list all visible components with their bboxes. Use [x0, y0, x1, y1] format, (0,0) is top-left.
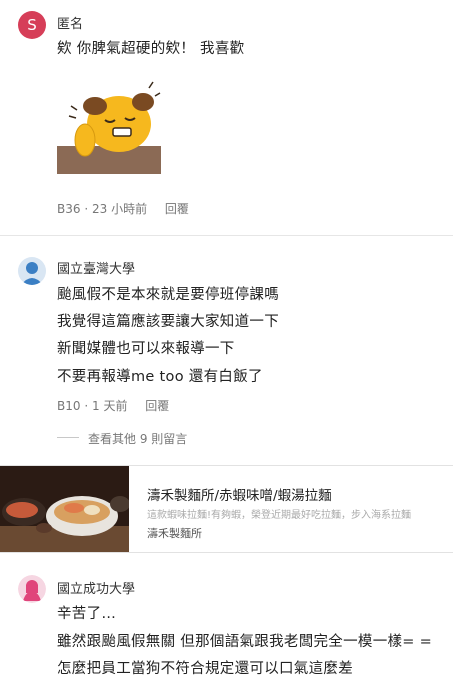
ad-title[interactable]: 濤禾製麵所/赤蝦味噌/蝦湯拉麵	[147, 484, 332, 504]
comment-text: 雖然跟颱風假無關 但那個語氣跟我老闆完全一模一樣= =	[57, 634, 433, 650]
sticker-image	[57, 76, 161, 174]
comment-time: 23 小時前	[92, 202, 148, 216]
comment-time: 1 天前	[92, 399, 128, 413]
avatar[interactable]	[18, 575, 46, 603]
comment-text: 辛苦了…	[57, 606, 117, 622]
divider	[0, 235, 453, 236]
comment-text: 新聞媒體也可以來報導一下	[57, 341, 235, 357]
comment-meta: B10 · 1 天前 回覆	[57, 397, 169, 414]
comment-text: 怎麼把員工當狗不符合規定還可以口氣這麼差	[57, 661, 353, 677]
comment-author[interactable]: 匿名	[57, 13, 83, 32]
reply-button[interactable]: 回覆	[145, 399, 169, 413]
comment-text: 颱風假不是本來就是要停班停課嗎	[57, 287, 279, 303]
avatar[interactable]	[18, 257, 46, 285]
comment-author[interactable]: 國立成功大學	[57, 578, 135, 597]
more-replies-line	[57, 437, 79, 438]
ad-description: 這款蝦味拉麵!有夠蝦，榮登近期最好吃拉麵，步入海系拉麵	[147, 510, 412, 521]
comment-author[interactable]: 國立臺灣大學	[57, 258, 135, 277]
more-replies-link[interactable]: 查看其他 9 則留言	[88, 430, 187, 447]
comment-text: 不要再報導me too 還有白飯了	[57, 369, 263, 385]
comment-meta: B36 · 23 小時前 回覆	[57, 200, 189, 217]
floor-number: B36	[57, 202, 81, 216]
meta-separator: ·	[84, 399, 89, 413]
comment-text: 我覺得這篇應該要讓大家知道一下	[57, 314, 279, 330]
floor-number: B10	[57, 399, 81, 413]
meta-separator: ·	[84, 202, 89, 216]
ad-image[interactable]	[0, 466, 129, 552]
avatar[interactable]: S	[18, 11, 46, 39]
comment-text: 欸 你脾氣超硬的欸！ 我喜歡	[57, 41, 245, 57]
ad-brand[interactable]: 濤禾製麵所	[147, 525, 202, 541]
ad-card[interactable]: 濤禾製麵所/赤蝦味噌/蝦湯拉麵 這款蝦味拉麵!有夠蝦，榮登近期最好吃拉麵，步入海…	[0, 465, 453, 553]
reply-button[interactable]: 回覆	[165, 202, 189, 216]
